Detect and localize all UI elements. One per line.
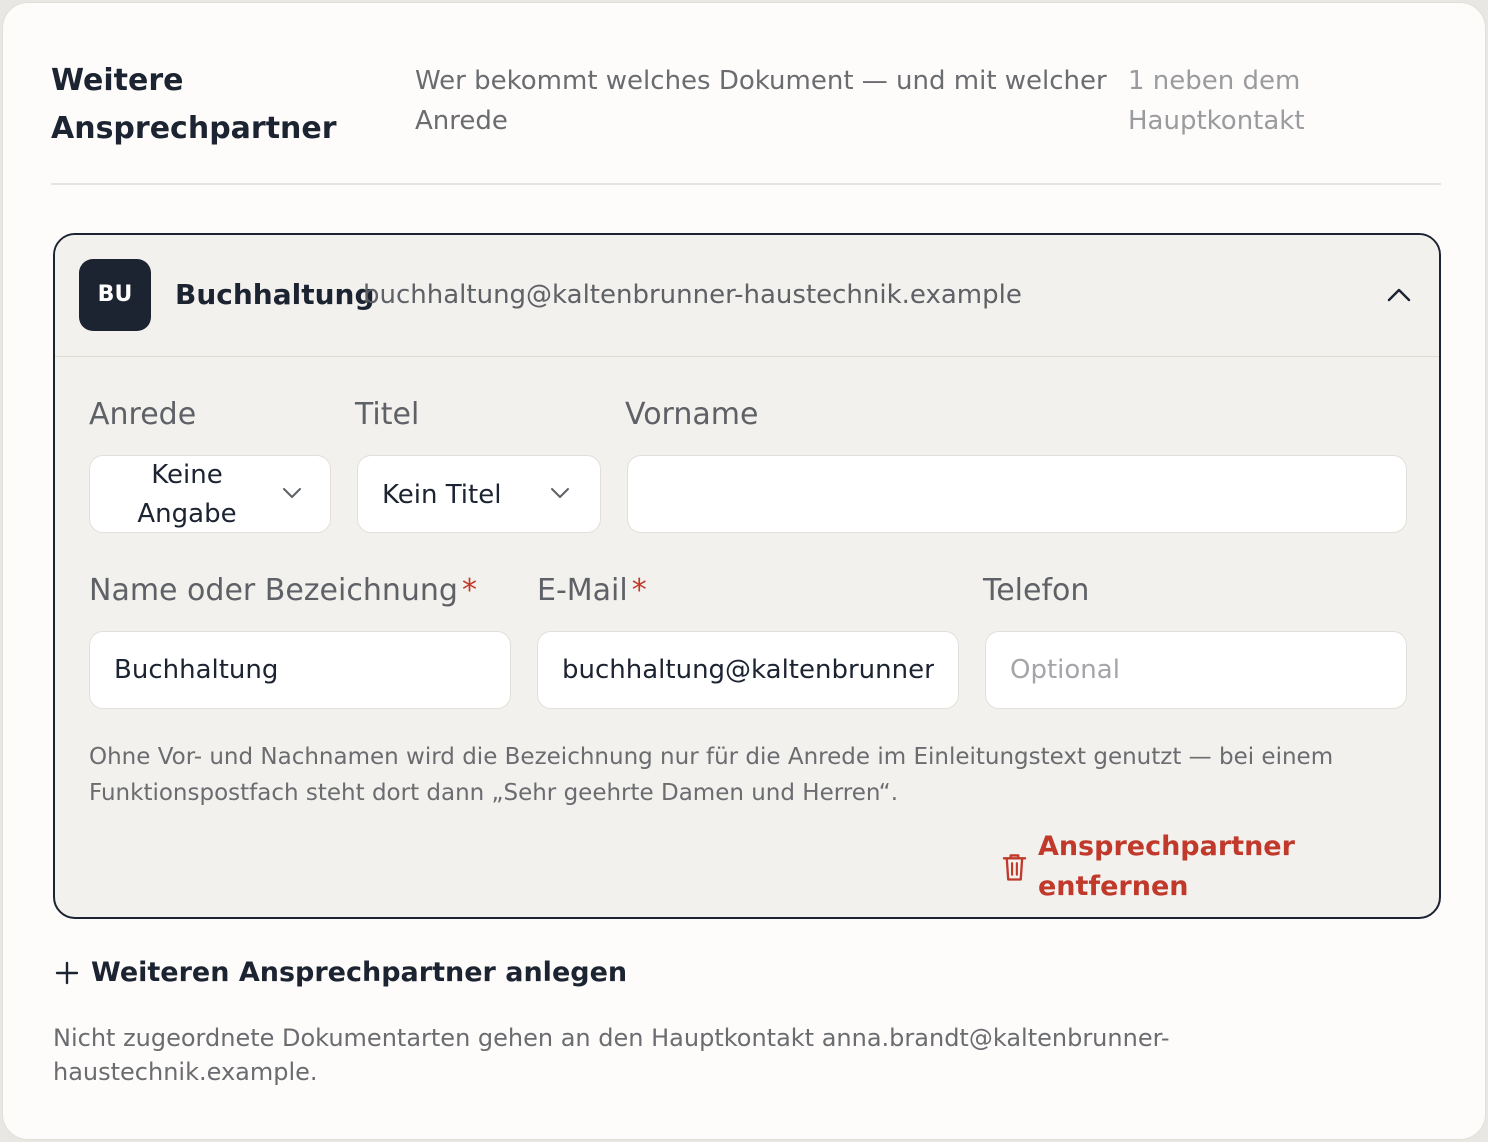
remove-contact-button[interactable]: Ansprechpartner entfernen	[1001, 831, 1439, 902]
chevron-down-icon	[551, 488, 569, 498]
hint-text: Ohne Vor- und Nachnamen wird die Bezeich…	[89, 744, 1334, 806]
vorname-input[interactable]	[627, 455, 1407, 533]
section-header: Weitere Ansprechpartner Wer bekommt welc…	[51, 57, 1441, 185]
section-title: Weitere Ansprechpartner	[51, 63, 337, 146]
contact-panel: BU Buchhaltung buchhaltung@kaltenbrunner…	[53, 233, 1441, 919]
avatar: BU	[79, 259, 151, 331]
required-marker: *	[461, 573, 477, 608]
email-label: E-Mail *	[537, 571, 647, 611]
section-description: Wer bekommt welches Dokument — und mit w…	[415, 66, 1107, 136]
contact-count: 1 neben dem Hauptkontakt	[1128, 66, 1305, 136]
plus-icon	[55, 961, 79, 985]
chevron-up-icon	[1387, 288, 1411, 302]
anrede-label: Anrede	[89, 397, 197, 432]
add-contact-button[interactable]: Weiteren Ansprechpartner anlegen	[55, 951, 627, 995]
chevron-down-icon	[283, 488, 301, 498]
telefon-label: Telefon	[983, 573, 1090, 608]
add-contact-label: Weiteren Ansprechpartner anlegen	[91, 957, 628, 988]
required-marker: *	[631, 573, 647, 608]
email-input[interactable]	[537, 631, 959, 709]
titel-label: Titel	[355, 397, 420, 432]
name-label-text: Name oder Bezeichnung	[89, 573, 458, 608]
anrede-select[interactable]: Keine Angabe	[89, 455, 331, 533]
email-label-text: E-Mail	[537, 573, 628, 608]
contacts-card: Weitere Ansprechpartner Wer bekommt welc…	[2, 2, 1486, 1140]
titel-select-value: Kein Titel	[382, 480, 502, 510]
remove-contact-label: Ansprechpartner entfernen	[1037, 831, 1295, 902]
name-input[interactable]	[89, 631, 511, 709]
collapse-button[interactable]	[1379, 277, 1419, 313]
telefon-input[interactable]	[985, 631, 1407, 709]
contact-panel-header[interactable]: BU Buchhaltung buchhaltung@kaltenbrunner…	[55, 235, 1439, 357]
divider	[51, 183, 1441, 185]
anrede-select-value: Keine Angabe	[137, 460, 237, 529]
trash-icon	[1002, 854, 1027, 881]
vorname-label: Vorname	[625, 397, 759, 432]
titel-select[interactable]: Kein Titel	[357, 455, 601, 533]
footer-note: Nicht zugeordnete Dokumentarten gehen an…	[53, 1024, 1170, 1086]
contact-email: buchhaltung@kaltenbrunner-haustechnik.ex…	[363, 280, 1022, 310]
name-label: Name oder Bezeichnung *	[89, 571, 477, 611]
contact-name: Buchhaltung	[175, 278, 375, 311]
